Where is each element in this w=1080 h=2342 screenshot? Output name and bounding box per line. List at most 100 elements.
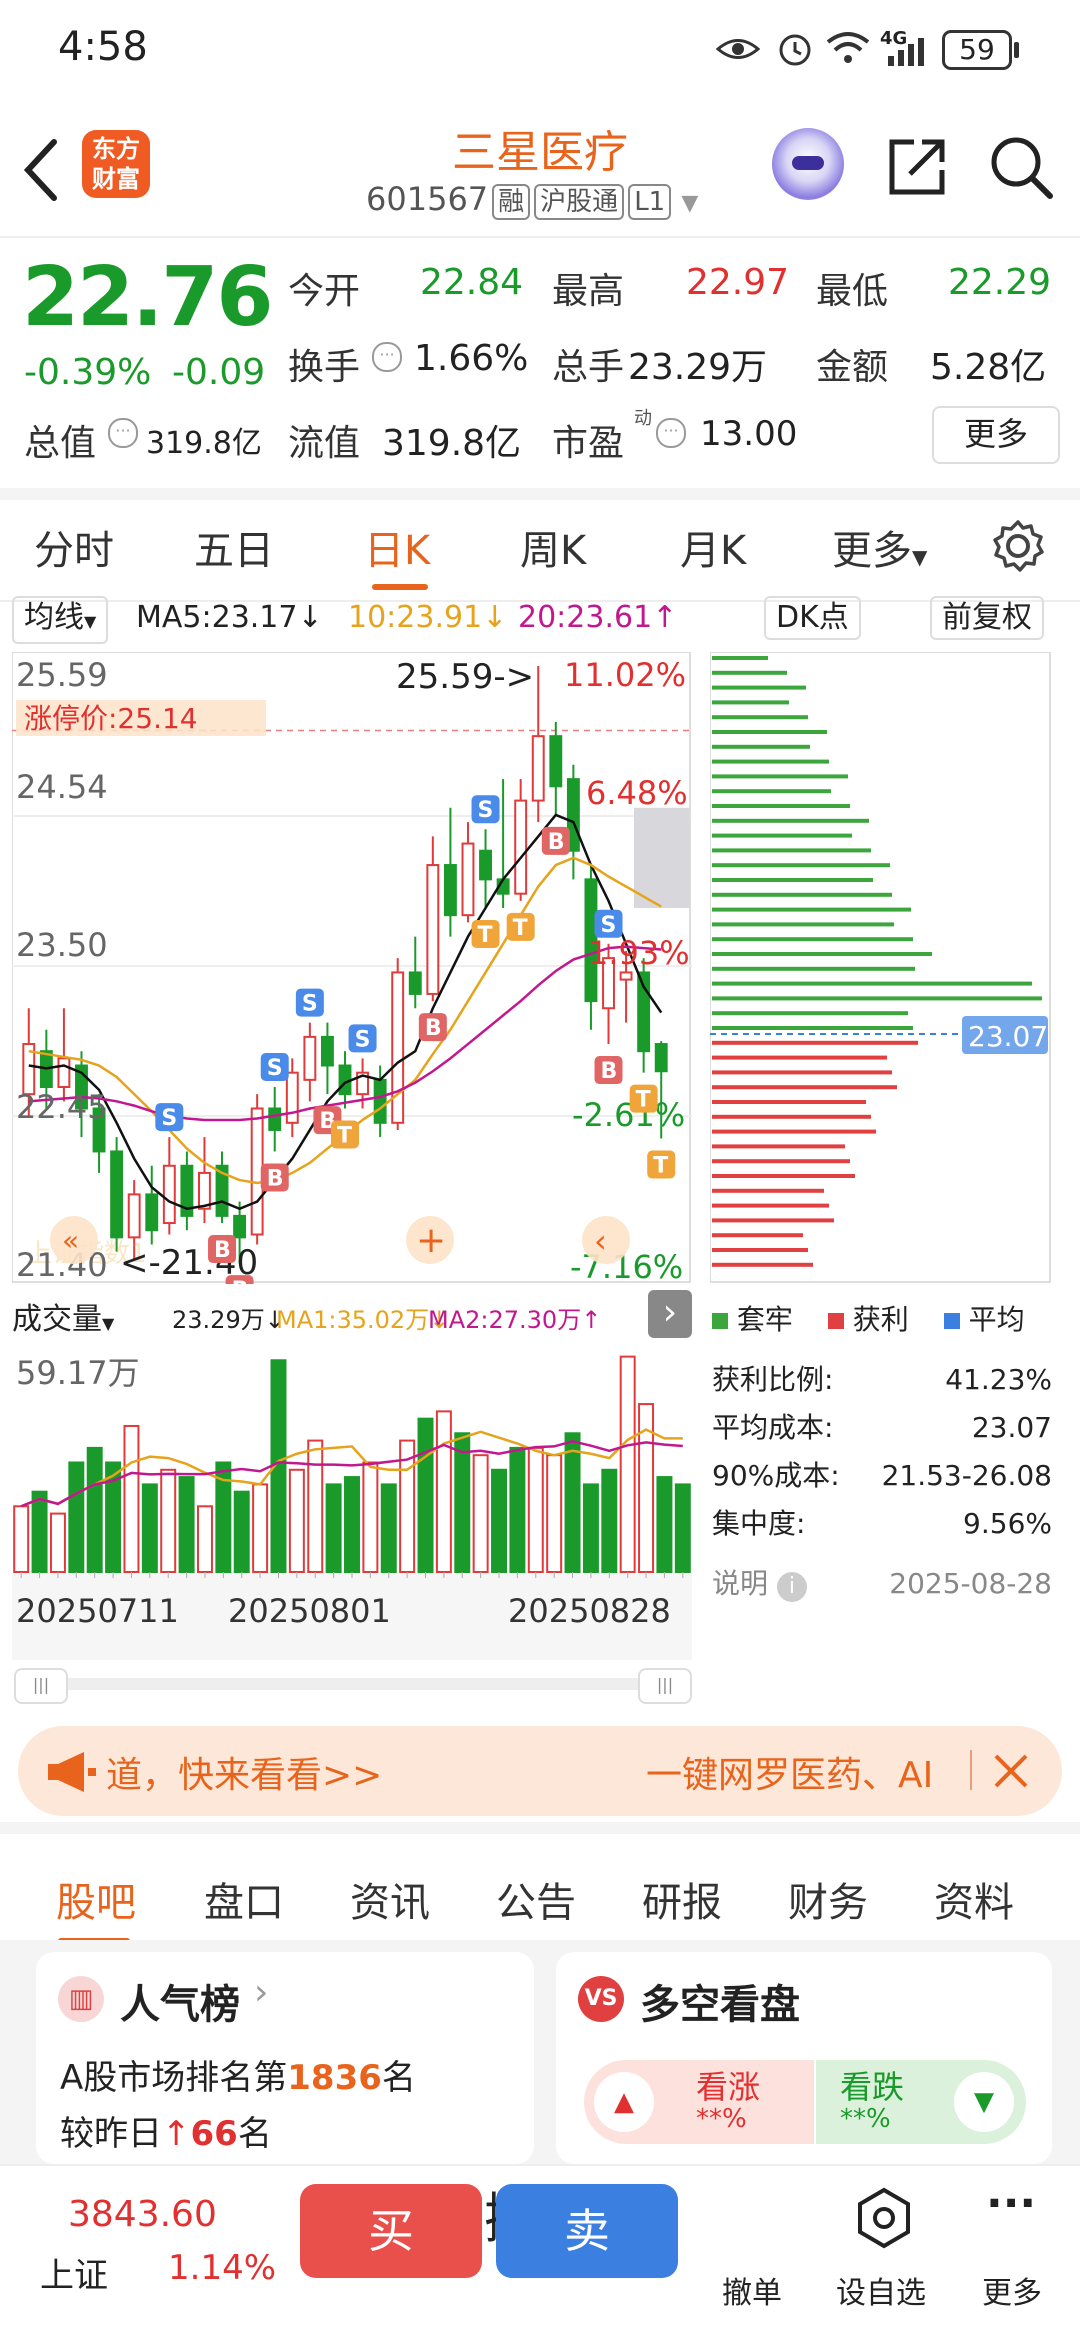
bear-button[interactable]: 看跌 **% ▼ — [816, 2060, 1026, 2144]
candle-body — [408, 971, 422, 995]
chip-bar — [712, 670, 787, 675]
stock-code: 601567 — [366, 180, 489, 218]
tab-weekly-k[interactable]: 周K — [520, 518, 586, 576]
more-label[interactable]: 更多 — [982, 2268, 1042, 2312]
plus-icon: + — [416, 1220, 446, 1261]
candle-body — [549, 735, 563, 788]
chip-bar — [712, 1159, 850, 1164]
volume-bar — [491, 1468, 508, 1573]
volume-bar — [362, 1461, 379, 1573]
date-label: 20250828 — [508, 1592, 671, 1630]
chip-bar — [712, 804, 850, 808]
wifi-icon — [826, 32, 870, 63]
info-icon: i — [776, 1572, 807, 1602]
marker-s-label: S — [161, 1106, 177, 1131]
candle-body — [443, 864, 457, 917]
chip-distribution-chart[interactable]: 23.07 — [710, 652, 1054, 1284]
dk-point-button[interactable]: DK点 — [764, 596, 861, 640]
info-dots-icon[interactable]: ··· — [656, 418, 686, 448]
chip-bar — [712, 892, 892, 897]
popularity-card[interactable]: ▥ 人气榜 › A股市场排名第1836名 较昨日↑66名 — [36, 1952, 534, 2164]
sell-button[interactable]: 卖 — [496, 2184, 678, 2278]
tab-research[interactable]: 研报 — [642, 1870, 722, 1928]
candle-body — [285, 1071, 299, 1124]
tab-finance[interactable]: 财务 — [788, 1870, 868, 1928]
tab-forum[interactable]: 股吧 — [56, 1870, 136, 1928]
adjust-button[interactable]: 前复权 — [930, 596, 1044, 640]
chip-stat-label: 90%成本: — [712, 1459, 840, 1492]
candle-body — [57, 1057, 71, 1089]
promo-banner[interactable]: 道，快来看看>> 一键网罗医药、AI — [18, 1726, 1062, 1816]
tab-monthly-k[interactable]: 月K — [680, 518, 746, 576]
chip-bar — [712, 685, 806, 690]
candle-body — [198, 1171, 211, 1210]
marker-s-label: S — [601, 913, 617, 938]
volume-bar — [68, 1461, 85, 1573]
expand-indicator-button[interactable]: › — [648, 1290, 692, 1338]
vol-current-text: 23.29万 — [172, 1306, 265, 1334]
chip-bar — [712, 1218, 834, 1223]
volume-bar — [288, 1468, 305, 1573]
volume-selector[interactable]: 成交量▼ — [12, 1294, 114, 1338]
info-dots-icon[interactable]: ··· — [108, 418, 138, 448]
legend-swatch-profit — [827, 1313, 844, 1329]
turnover-label: 换手 — [288, 347, 361, 388]
vs-icon: VS — [578, 1976, 624, 2022]
volume-chart[interactable]: 59.17万 20250711 20250801 20250828 — [12, 1346, 692, 1660]
chip-stat-row: 集中度: 9.56% — [712, 1500, 1052, 1548]
arrow-up-icon: ↑ — [162, 2114, 191, 2154]
scroll-handle-right[interactable]: ||| — [638, 1668, 692, 1704]
assistant-avatar-icon[interactable] — [772, 128, 844, 200]
dropdown-caret-icon: ▼ — [681, 191, 699, 216]
more-quote-button[interactable]: 更多 — [932, 406, 1060, 464]
tab-intraday[interactable]: 分时 — [34, 518, 114, 576]
search-icon[interactable] — [988, 134, 1054, 200]
bull-button[interactable]: ▲ 看涨 **% — [584, 2060, 814, 2144]
volume-bar — [619, 1355, 636, 1573]
stock-code-line[interactable]: 601567 融沪股通 L1 ▼ — [366, 180, 698, 220]
note-label: 说明 — [712, 1567, 769, 1600]
cancel-order-button[interactable] — [722, 2270, 792, 2320]
tab-five-day[interactable]: 五日 — [194, 518, 274, 576]
volume-bar — [178, 1476, 195, 1573]
banner-left-text: 道，快来看看>> — [106, 1755, 383, 1796]
scroll-handle-left[interactable]: ||| — [14, 1668, 68, 1704]
change-amount: -0.09 — [172, 352, 266, 393]
change-suffix: 名 — [237, 2114, 272, 2154]
volume-bar — [546, 1454, 563, 1573]
ma-selector[interactable]: 均线▼ — [12, 596, 109, 644]
bull-bear-card[interactable]: VS 多空看盘 ▲ 看涨 **% 看跌 **% ▼ — [556, 1952, 1052, 2164]
ma20-text: 20:23.61 — [518, 600, 653, 635]
settings-gear-icon[interactable] — [990, 518, 1046, 574]
date-label: 20250801 — [228, 1592, 391, 1630]
chart-scroll-track[interactable] — [22, 1678, 682, 1690]
highlight-zone — [634, 807, 690, 909]
kline-chart[interactable]: 上证指数1 25.59 24.54 23.50 22.45 21.40 11.0… — [12, 652, 692, 1284]
tab-daily-k[interactable]: 日K — [364, 518, 430, 576]
battery-tip — [1014, 42, 1019, 58]
signal-icon — [888, 38, 924, 66]
megaphone-icon — [48, 1752, 96, 1792]
tab-more[interactable]: 更多▼ — [832, 518, 927, 576]
rank-value: 1836 — [287, 2058, 382, 2098]
watchlist-label[interactable]: 设自选 — [836, 2268, 926, 2312]
volume-bar — [564, 1432, 581, 1573]
tab-announcements[interactable]: 公告 — [496, 1870, 576, 1928]
chip-note-row[interactable]: 说明 i 2025-08-28 — [712, 1560, 1052, 1608]
tab-news[interactable]: 资讯 — [350, 1870, 430, 1928]
buy-button[interactable]: 买 — [300, 2184, 482, 2278]
status-time: 4:58 — [58, 24, 148, 70]
volume-bar — [13, 1505, 30, 1574]
tab-profile[interactable]: 资料 — [934, 1870, 1014, 1928]
index-value[interactable]: 3843.60 — [68, 2194, 217, 2235]
candle-body — [145, 1193, 159, 1232]
info-dots-icon[interactable]: ··· — [372, 342, 402, 372]
chip-bar — [712, 863, 890, 868]
candle-body — [391, 971, 405, 1124]
tab-orderbook[interactable]: 盘口 — [204, 1870, 284, 1928]
chip-bar — [712, 1262, 813, 1267]
share-icon[interactable] — [884, 134, 950, 200]
close-icon[interactable] — [992, 1752, 1030, 1790]
legend-swatch-trapped — [712, 1313, 728, 1329]
amount-label: 金额 — [816, 347, 889, 388]
